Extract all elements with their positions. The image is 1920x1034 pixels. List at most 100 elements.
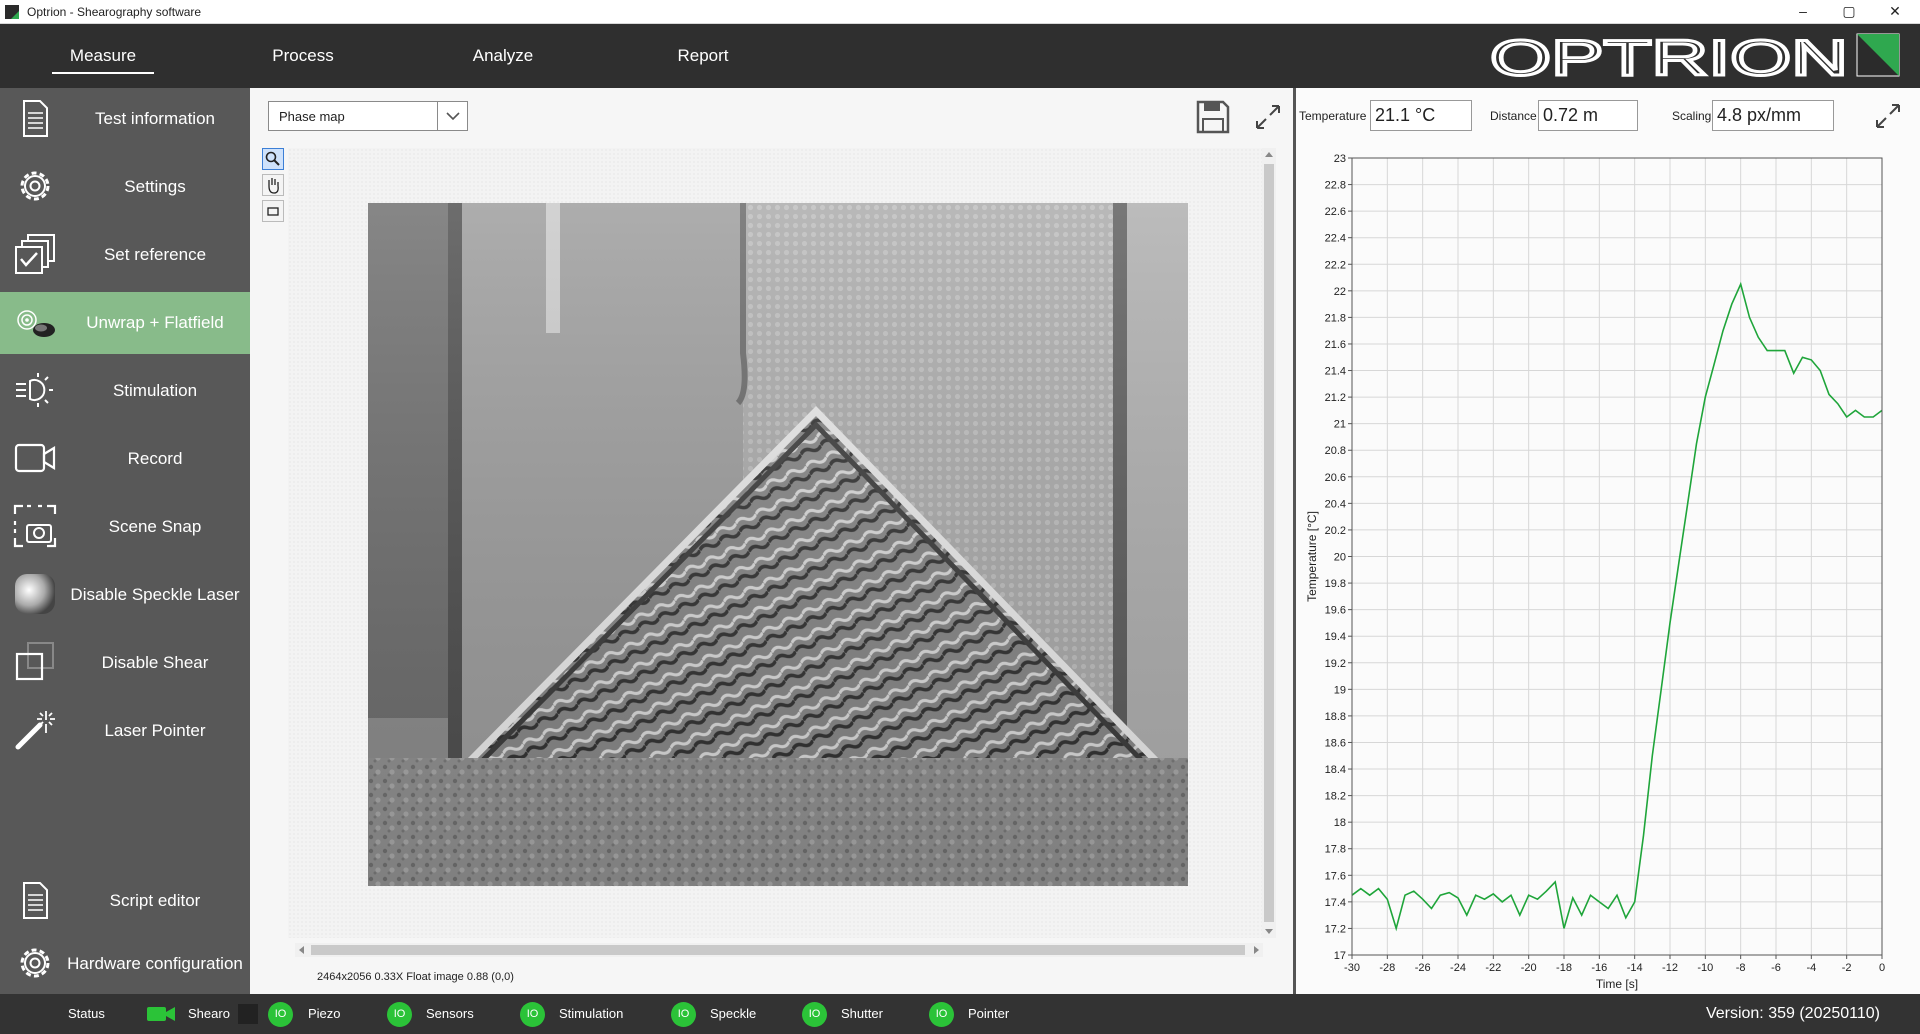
unwrap-icon xyxy=(17,310,55,337)
sidebar-item-laser-pointer[interactable]: Laser Pointer xyxy=(0,700,250,762)
window-title: Optrion - Shearography software xyxy=(27,5,202,19)
horizontal-scrollbar[interactable] xyxy=(295,943,1263,957)
zoom-tool-button[interactable] xyxy=(262,148,284,170)
sidebar-item-label: Laser Pointer xyxy=(104,721,206,740)
y-tick-label: 21.2 xyxy=(1325,392,1346,404)
close-button[interactable]: ✕ xyxy=(1872,0,1918,24)
sidebar-item-label: Unwrap + Flatfield xyxy=(86,313,224,332)
rectangle-select-tool-button[interactable] xyxy=(262,200,284,222)
y-tick-label: 17.2 xyxy=(1325,923,1346,935)
version-text: Version: 359 (20250110) xyxy=(1705,1005,1880,1022)
distance-label: Distance xyxy=(1490,109,1537,123)
view-select[interactable]: Phase map xyxy=(268,101,468,131)
y-tick-label: 18 xyxy=(1334,817,1346,829)
heat-lamp-icon xyxy=(16,373,53,407)
status-label: Status xyxy=(68,1006,105,1021)
temperature-label: Temperature xyxy=(1299,109,1367,123)
sidebar-item-test-information[interactable]: Test information xyxy=(0,88,250,150)
x-tick-label: -2 xyxy=(1842,962,1852,974)
temperature-chart: 17 17.2 17.4 17.6 17.8 18 18.2 18.4 18.6 18.8 19 19… xyxy=(1305,153,1885,991)
minimize-button[interactable]: – xyxy=(1780,0,1826,24)
y-tick-label: 19.6 xyxy=(1325,605,1346,617)
x-tick-label: -4 xyxy=(1806,962,1816,974)
x-tick-label: -12 xyxy=(1662,962,1678,974)
sidebar-item-label: Test information xyxy=(95,109,215,128)
piezo-io-badge: IO xyxy=(268,1002,293,1027)
tab-analyze[interactable]: Analyze xyxy=(453,24,553,88)
script-icon xyxy=(23,882,48,919)
y-tick-label: 20.8 xyxy=(1325,445,1346,457)
y-tick-label: 22.4 xyxy=(1325,233,1346,245)
laser-pointer-icon xyxy=(15,711,55,750)
y-tick-label: 19.8 xyxy=(1325,578,1346,590)
sidebar-item-label: Set reference xyxy=(103,245,207,264)
x-tick-label: -18 xyxy=(1556,962,1572,974)
pan-hand-icon xyxy=(268,178,279,194)
scaling-field[interactable]: 4.8 px/mm xyxy=(1712,100,1834,131)
stacked-check-icon xyxy=(15,234,55,274)
sidebar-item-disable-shear[interactable]: Disable Shear xyxy=(0,632,250,694)
x-tick-label: -14 xyxy=(1627,962,1643,974)
sidebar-item-set-reference[interactable]: Set reference xyxy=(0,224,250,286)
expand-icon[interactable] xyxy=(1254,103,1282,131)
sidebar-item-unwrap-flatfield[interactable]: Unwrap + Flatfield xyxy=(0,292,250,354)
optrion-logo: OPTRION xyxy=(1490,30,1900,82)
pointer-label: Pointer xyxy=(968,1006,1010,1021)
pan-tool-button[interactable] xyxy=(262,174,284,196)
vertical-scrollbar[interactable] xyxy=(1262,148,1276,938)
y-tick-label: 22.2 xyxy=(1325,259,1346,271)
y-tick-label: 17.6 xyxy=(1325,870,1346,882)
piezo-label: Piezo xyxy=(308,1006,341,1021)
shearo-label: Shearo xyxy=(188,1006,230,1021)
save-icon[interactable] xyxy=(1195,99,1231,135)
x-tick-label: -28 xyxy=(1379,962,1395,974)
x-tick-label: 0 xyxy=(1879,962,1885,974)
expand-icon[interactable] xyxy=(1874,102,1902,130)
sidebar-item-record[interactable]: Record xyxy=(0,428,250,490)
sidebar: Test information Settings Set reference xyxy=(0,88,250,994)
y-tick-label: 19.2 xyxy=(1325,658,1346,670)
distance-field[interactable]: 0.72 m xyxy=(1538,100,1638,131)
sidebar-item-disable-speckle-laser[interactable]: Disable Speckle Laser xyxy=(0,564,250,626)
sidebar-item-settings[interactable]: Settings xyxy=(0,156,250,218)
document-icon xyxy=(23,100,48,137)
x-tick-label: -30 xyxy=(1344,962,1360,974)
restore-button[interactable]: ▢ xyxy=(1826,0,1872,24)
y-tick-label: 18.4 xyxy=(1325,764,1346,776)
snapshot-camera-icon xyxy=(13,504,57,548)
sidebar-item-stimulation[interactable]: Stimulation xyxy=(0,360,250,422)
temperature-field[interactable]: 21.1 °C xyxy=(1370,100,1472,131)
y-tick-label: 20 xyxy=(1334,552,1346,564)
app-window: Optrion - Shearography software – ▢ ✕ Me… xyxy=(0,0,1920,1034)
y-tick-label: 20.6 xyxy=(1325,472,1346,484)
logo-text: OPTRION xyxy=(1490,30,1848,82)
tab-measure[interactable]: Measure xyxy=(52,24,154,88)
sensors-label: Sensors xyxy=(426,1006,474,1021)
zoom-icon xyxy=(265,151,280,166)
image-viewport[interactable] xyxy=(288,148,1262,938)
x-tick-label: -26 xyxy=(1415,962,1431,974)
x-tick-label: -8 xyxy=(1736,962,1746,974)
speckle-io-badge: IO xyxy=(671,1002,696,1027)
shearo-camera-icon xyxy=(147,1007,175,1021)
rectangle-select-icon xyxy=(267,207,279,216)
x-axis-label: Time [s] xyxy=(1596,977,1638,991)
sidebar-item-label: Disable Shear xyxy=(101,653,209,672)
sidebar-item-label: Scene Snap xyxy=(108,517,202,536)
tab-report[interactable]: Report xyxy=(653,24,753,88)
chart-y-ticks: 17 17.2 17.4 17.6 17.8 18 18.2 18.4 18.6 18.8 19 19… xyxy=(1325,153,1352,962)
chevron-down-icon[interactable] xyxy=(437,102,467,130)
sidebar-item-label: Settings xyxy=(124,177,186,196)
y-tick-label: 21.6 xyxy=(1325,339,1346,351)
sidebar-item-hardware-configuration[interactable]: Hardware configuration xyxy=(0,933,250,995)
sensors-io-badge: IO xyxy=(387,1002,412,1027)
gear-icon xyxy=(20,171,50,201)
sidebar-item-script-editor[interactable]: Script editor xyxy=(0,870,250,932)
sidebar-item-label: Disable Speckle Laser xyxy=(70,585,240,604)
y-tick-label: 20.4 xyxy=(1325,498,1346,510)
stimulation-io-badge: IO xyxy=(520,1002,545,1027)
pointer-io-badge: IO xyxy=(929,1002,954,1027)
tab-process[interactable]: Process xyxy=(253,24,353,88)
sidebar-item-label: Record xyxy=(127,449,183,468)
sidebar-item-scene-snap[interactable]: Scene Snap xyxy=(0,496,250,558)
